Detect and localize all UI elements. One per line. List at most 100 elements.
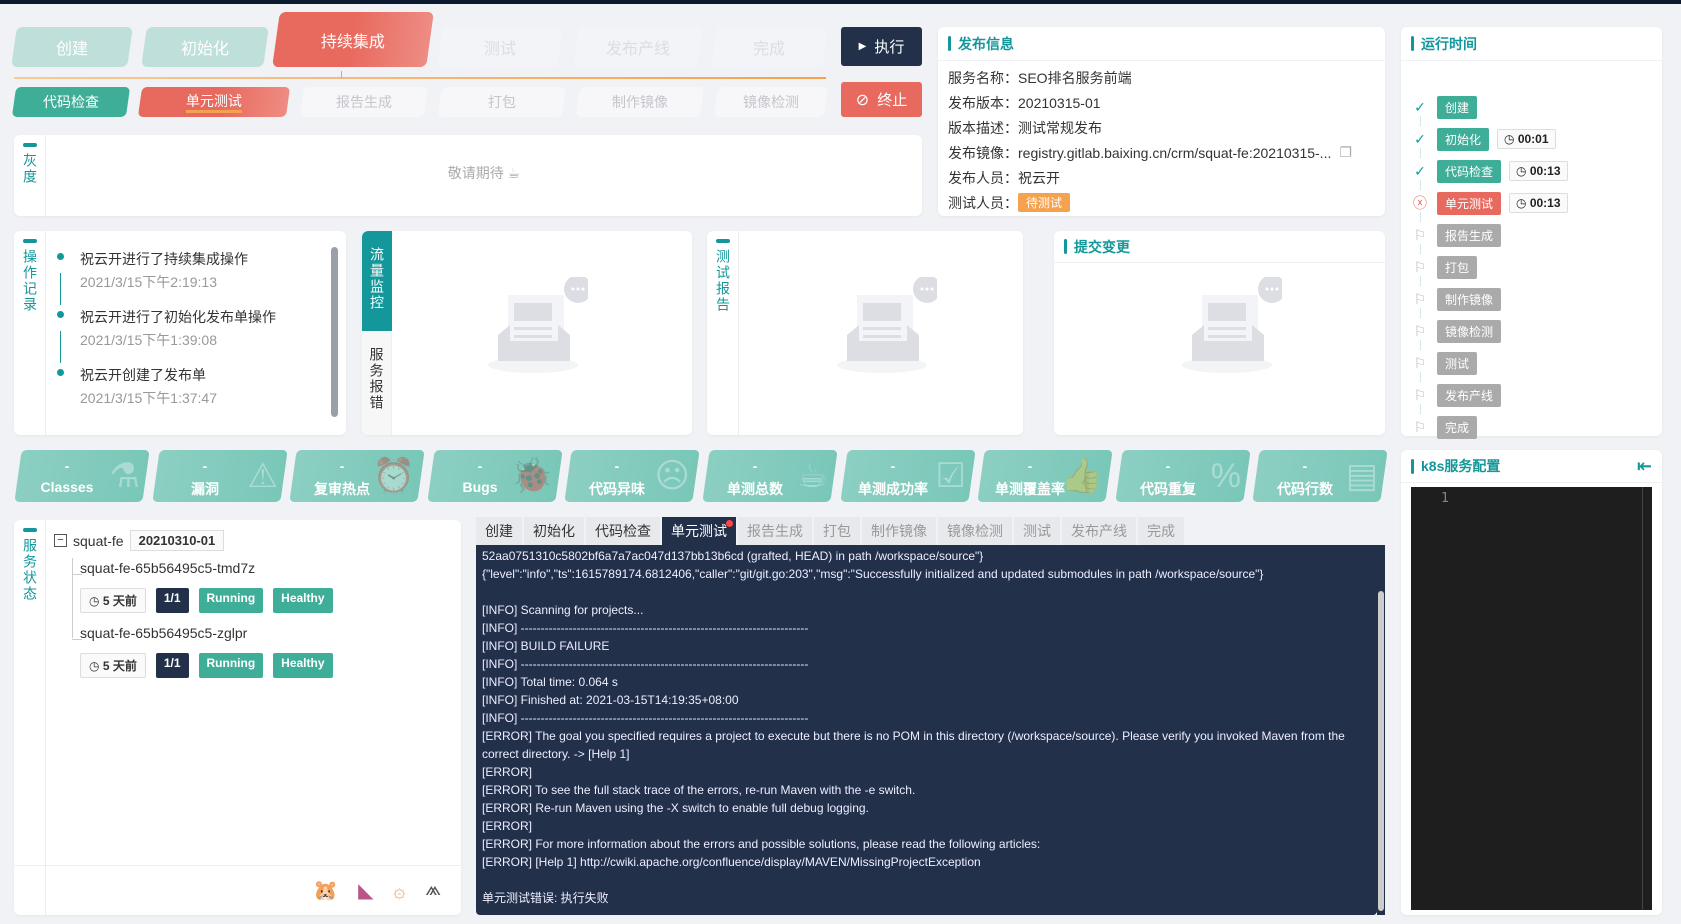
stage-3[interactable]: 测试 bbox=[437, 27, 563, 67]
substage-0[interactable]: 代码检查 bbox=[11, 87, 131, 117]
runtime-stage-tag: 初始化 bbox=[1437, 127, 1490, 151]
substage-3[interactable]: 打包 bbox=[437, 87, 567, 117]
log-tab-3[interactable]: 单元测试 bbox=[662, 517, 736, 545]
metric-value: - bbox=[752, 458, 758, 474]
stage-label: 创建 bbox=[55, 41, 88, 58]
stage-1[interactable]: 初始化 bbox=[141, 27, 269, 67]
tab-traffic-monitor[interactable]: 流量监控 bbox=[362, 231, 392, 331]
stage-5[interactable]: 完成 bbox=[711, 27, 828, 67]
flask-icon: ⚗ bbox=[109, 457, 140, 495]
log-line: {"level":"info","ts":1615789174.6812406,… bbox=[482, 567, 1264, 581]
log-tab-2[interactable]: 代码检查 bbox=[586, 517, 660, 545]
info-value: SEO排名服务前端 bbox=[1018, 69, 1132, 86]
gopher-icon[interactable]: 🐹 bbox=[313, 878, 338, 903]
operation-text: 祝云开进行了初始化发布单操作 bbox=[80, 309, 276, 325]
metric-tile[interactable]: - 单测总数 ☕ bbox=[702, 450, 838, 502]
check-icon: ✓ bbox=[1414, 98, 1426, 115]
metric-tile[interactable]: - 代码重复% bbox=[1115, 450, 1251, 502]
log-line: [INFO] Scanning for projects... bbox=[482, 603, 644, 617]
log-tab-10[interactable]: 完成 bbox=[1138, 517, 1184, 545]
log-line: [INFO] Finished at: 2021-03-15T14:19:35+… bbox=[482, 693, 739, 707]
pod-age: ◷ 5 天前 bbox=[80, 588, 146, 613]
metric-label: 单测总数 bbox=[727, 481, 783, 497]
runtime-stage-tag: 测试 bbox=[1437, 351, 1478, 375]
metric-tile[interactable]: - 代码行数 ▤ bbox=[1252, 450, 1389, 502]
metric-tile[interactable]: - 代码异味 ☹ bbox=[564, 450, 701, 502]
metric-tile[interactable]: - 单测成功率 ☑ bbox=[839, 450, 976, 502]
runtime-stage-tag: 打包 bbox=[1437, 255, 1478, 279]
coming-soon-text: 敬请期待 bbox=[447, 165, 504, 181]
clock-icon: ◷ bbox=[1504, 132, 1518, 146]
grafana-icon[interactable]: ۞ bbox=[394, 878, 406, 903]
duration: ◷ 00:01 bbox=[1497, 129, 1556, 149]
metric-label: 单测成功率 bbox=[857, 481, 928, 497]
line-number: 1 bbox=[1441, 491, 1449, 506]
runtime-item: ⚐ 制作镜像 bbox=[1411, 287, 1502, 311]
metric-tile[interactable]: - 漏洞 ⚠ bbox=[151, 450, 288, 502]
info-value: 祝云开 bbox=[1018, 169, 1060, 186]
execute-button[interactable]: ▶ 执行 bbox=[841, 27, 922, 66]
collapse-icon[interactable]: − bbox=[54, 534, 67, 547]
log-tab-1[interactable]: 初始化 bbox=[524, 517, 584, 545]
log-tab-0[interactable]: 创建 bbox=[476, 517, 522, 545]
pod-health: Healthy bbox=[273, 653, 333, 678]
log-tab-6[interactable]: 制作镜像 bbox=[862, 517, 936, 545]
pod-tags: ◷ 5 天前 1/1 Running Healthy bbox=[80, 588, 333, 613]
release-info-card: 发布信息 服务名称： SEO排名服务前端 发布版本： 20210315-01 版本描述：… bbox=[938, 27, 1385, 216]
log-tab-7[interactable]: 镜像检测 bbox=[938, 517, 1012, 545]
runtime-item: ⚐ 完成 bbox=[1411, 415, 1478, 439]
substage-label: 代码检查 bbox=[43, 94, 99, 110]
substage-4[interactable]: 制作镜像 bbox=[575, 87, 705, 117]
empty-inbox-icon bbox=[837, 275, 941, 377]
info-value: 20210315-01 bbox=[1018, 94, 1101, 111]
log-line: [ERROR] bbox=[482, 765, 533, 779]
kibana-icon[interactable]: ◣ bbox=[358, 878, 373, 903]
outdent-icon[interactable]: ⇤ bbox=[1637, 456, 1652, 477]
substage-1[interactable]: 单元测试 bbox=[137, 87, 291, 117]
duration: ◷ 00:13 bbox=[1509, 161, 1568, 181]
metric-tile[interactable]: - 单测覆盖率 👍 bbox=[977, 450, 1113, 502]
stage-0[interactable]: 创建 bbox=[11, 27, 133, 67]
info-row: 发布版本： 20210315-01 bbox=[938, 90, 1385, 115]
k8s-config-card: k8s服务配置 ⇤ 1 bbox=[1401, 450, 1662, 915]
scrollbar[interactable] bbox=[331, 247, 338, 417]
play-icon: ▶ bbox=[858, 41, 867, 52]
substage-2[interactable]: 报告生成 bbox=[299, 87, 429, 117]
flag-icon: ⚐ bbox=[1413, 322, 1427, 339]
metric-label: 漏洞 bbox=[190, 481, 219, 497]
log-tab-8[interactable]: 测试 bbox=[1014, 517, 1060, 545]
runtime-stage-tag: 单元测试 bbox=[1437, 191, 1502, 215]
stage-4[interactable]: 发布产线 bbox=[573, 27, 703, 67]
stage-label: 测试 bbox=[483, 41, 516, 58]
operation-time: 2021/3/15下午1:39:08 bbox=[80, 332, 217, 348]
stop-button[interactable]: ⊘ 终止 bbox=[841, 82, 922, 117]
tab-service-errors[interactable]: 服务报错 bbox=[362, 331, 392, 435]
metric-value: - bbox=[1165, 458, 1171, 474]
metric-tile[interactable]: - Bugs 🐞 bbox=[427, 450, 563, 502]
bug-icon: 🐞 bbox=[510, 457, 553, 495]
checklist-icon: ☑ bbox=[935, 457, 966, 495]
substage-label: 镜像检测 bbox=[743, 94, 799, 110]
log-line: [INFO] Total time: 0.064 s bbox=[482, 675, 618, 689]
empty-inbox-icon bbox=[1182, 275, 1286, 377]
stage-2[interactable]: 持续集成 bbox=[272, 12, 434, 67]
operations-title: 操作记录 bbox=[22, 249, 38, 313]
pod-name: squat-fe-65b56495c5-tmd7z bbox=[80, 560, 256, 576]
substage-5[interactable]: 镜像检测 bbox=[713, 87, 829, 117]
log-line: 单元测试错误: 执行失败 bbox=[482, 891, 609, 905]
sentry-icon[interactable]: ⩕ bbox=[425, 878, 441, 903]
log-scrollbar[interactable] bbox=[1378, 591, 1384, 911]
info-label: 发布镜像： bbox=[948, 144, 1018, 161]
metric-tile[interactable]: - Classes ⚗ bbox=[14, 450, 150, 502]
test-report-title: 测试报告 bbox=[715, 249, 731, 313]
yaml-editor[interactable]: 1 bbox=[1411, 487, 1652, 910]
log-tab-9[interactable]: 发布产线 bbox=[1062, 517, 1136, 545]
runtime-stage-tag: 代码检查 bbox=[1437, 159, 1502, 183]
metric-value: - bbox=[1303, 458, 1308, 474]
log-tab-4[interactable]: 报告生成 bbox=[738, 517, 812, 545]
metric-tile[interactable]: - 复审热点 ⏰ bbox=[289, 450, 425, 502]
copy-icon[interactable]: ❐ bbox=[1339, 144, 1352, 161]
log-tab-5[interactable]: 打包 bbox=[814, 517, 860, 545]
